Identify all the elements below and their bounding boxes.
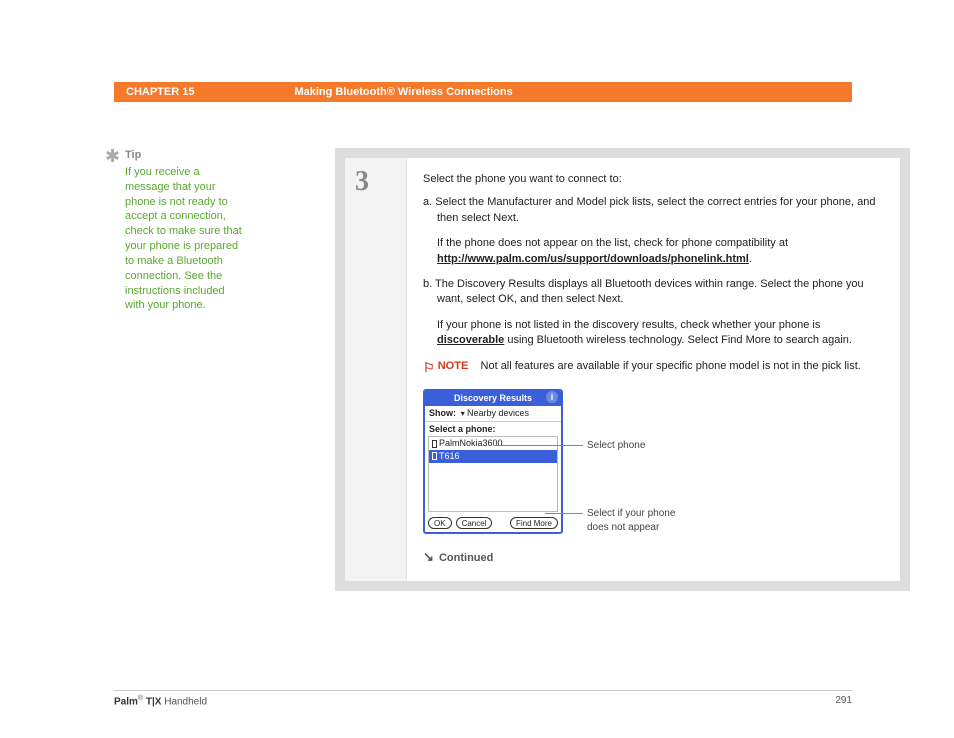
show-value[interactable]: Nearby devices bbox=[467, 408, 529, 418]
note-body: Not all features are available if your s… bbox=[471, 360, 860, 372]
device-button-row: OK Cancel Find More bbox=[425, 514, 561, 532]
continued-row: ↘ Continued bbox=[423, 548, 884, 566]
device-titlebar: Discovery Results i bbox=[425, 391, 561, 407]
page-number: 291 bbox=[835, 695, 852, 707]
screenshot-row: Discovery Results i Show: ▾ Nearby devic… bbox=[423, 389, 884, 535]
chapter-number: CHAPTER 15 bbox=[126, 86, 194, 98]
content-panel: 3 Select the phone you want to connect t… bbox=[335, 148, 910, 591]
list-item[interactable]: T616 bbox=[429, 450, 557, 463]
discoverable-link[interactable]: discoverable bbox=[437, 334, 504, 346]
continued-label: Continued bbox=[439, 552, 493, 564]
item-a-prefix: a. bbox=[423, 196, 435, 208]
tip-body: If you receive a message that your phone… bbox=[125, 165, 247, 313]
manual-page: CHAPTER 15 Making Bluetooth® Wireless Co… bbox=[0, 0, 954, 738]
item-b-prefix: b. bbox=[423, 278, 435, 290]
device-screenshot: Discovery Results i Show: ▾ Nearby devic… bbox=[423, 389, 563, 535]
item-b-text: The Discovery Results displays all Bluet… bbox=[435, 278, 864, 305]
tip-heading: Tip bbox=[125, 148, 247, 163]
asterisk-icon: ✱ bbox=[105, 144, 120, 168]
item-a-text: Select the Manufacturer and Model pick l… bbox=[435, 196, 875, 223]
device-list[interactable]: PalmNokia3600 T616 bbox=[428, 436, 558, 512]
tip-sidebar: ✱ Tip If you receive a message that your… bbox=[107, 148, 247, 313]
step-item-b-note: If your phone is not listed in the disco… bbox=[437, 318, 884, 349]
step-intro: Select the phone you want to connect to: bbox=[423, 172, 884, 187]
chapter-header-bar: CHAPTER 15 Making Bluetooth® Wireless Co… bbox=[114, 82, 852, 102]
phonelink-url[interactable]: http://www.palm.com/us/support/downloads… bbox=[437, 253, 749, 265]
list-item-label: T616 bbox=[439, 450, 460, 463]
note-label: NOTE bbox=[438, 360, 469, 372]
info-icon[interactable]: i bbox=[546, 391, 558, 403]
item-b-note-post: using Bluetooth wireless technology. Sel… bbox=[504, 334, 852, 346]
callout-line bbox=[545, 513, 583, 514]
instruction-column: Select the phone you want to connect to:… bbox=[407, 158, 900, 581]
note-block: ⚐ NOTE Not all features are available if… bbox=[423, 359, 884, 377]
item-a-note-pre: If the phone does not appear on the list… bbox=[437, 237, 788, 249]
callout-select-phone: Select phone bbox=[587, 439, 697, 453]
device-show-row: Show: ▾ Nearby devices bbox=[425, 406, 561, 422]
device-title: Discovery Results bbox=[454, 393, 532, 403]
step-number-column: 3 bbox=[345, 158, 407, 581]
flag-icon: ⚐ bbox=[423, 359, 435, 377]
cancel-button[interactable]: Cancel bbox=[456, 517, 493, 529]
phone-icon bbox=[432, 440, 437, 448]
step-item-a-note: If the phone does not appear on the list… bbox=[437, 236, 884, 267]
find-more-button[interactable]: Find More bbox=[510, 517, 558, 529]
arrow-down-right-icon: ↘ bbox=[423, 549, 434, 564]
item-b-note-pre: If your phone is not listed in the disco… bbox=[437, 319, 820, 331]
show-label: Show: bbox=[429, 408, 456, 418]
step-item-b: b. The Discovery Results displays all Bl… bbox=[437, 277, 884, 308]
page-footer: Palm® T|X Handheld 291 bbox=[114, 690, 852, 707]
list-item-label: PalmNokia3600 bbox=[439, 437, 503, 450]
ok-button[interactable]: OK bbox=[428, 517, 452, 529]
callout-not-appear: Select if your phone does not appear bbox=[587, 507, 697, 535]
item-a-note-post: . bbox=[749, 253, 752, 265]
phone-icon bbox=[432, 452, 437, 460]
chapter-title: Making Bluetooth® Wireless Connections bbox=[294, 86, 512, 98]
step-item-a: a. Select the Manufacturer and Model pic… bbox=[437, 195, 884, 226]
dropdown-icon[interactable]: ▾ bbox=[459, 409, 467, 418]
step-number: 3 bbox=[355, 166, 406, 198]
callout-line bbox=[495, 445, 583, 446]
product-name: Palm® T|X Handheld bbox=[114, 695, 207, 707]
select-phone-label: Select a phone: bbox=[425, 422, 561, 437]
